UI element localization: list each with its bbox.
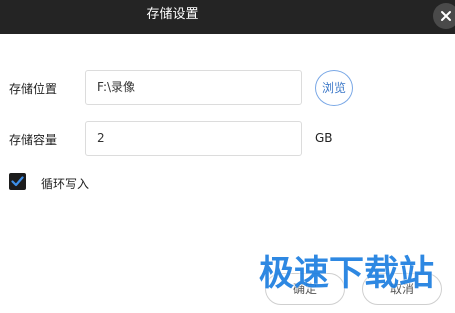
- checkmark-icon: [11, 176, 24, 187]
- storage-capacity-label: 存储容量: [9, 133, 58, 147]
- dialog-titlebar: 存储设置: [0, 0, 455, 34]
- dialog-title: 存储设置: [146, 7, 199, 22]
- capacity-unit-label: GB: [315, 131, 333, 145]
- watermark-logo: 极速下载站: [259, 254, 435, 294]
- browse-button[interactable]: 浏览: [315, 70, 353, 106]
- storage-location-input[interactable]: F:\录像: [85, 70, 302, 105]
- storage-location-label: 存储位置: [9, 82, 58, 96]
- storage-capacity-input[interactable]: 2: [85, 121, 302, 156]
- close-button[interactable]: [433, 3, 455, 29]
- loop-write-label: 循环写入: [41, 177, 90, 191]
- loop-write-checkbox[interactable]: [9, 173, 26, 190]
- close-icon: [441, 11, 451, 21]
